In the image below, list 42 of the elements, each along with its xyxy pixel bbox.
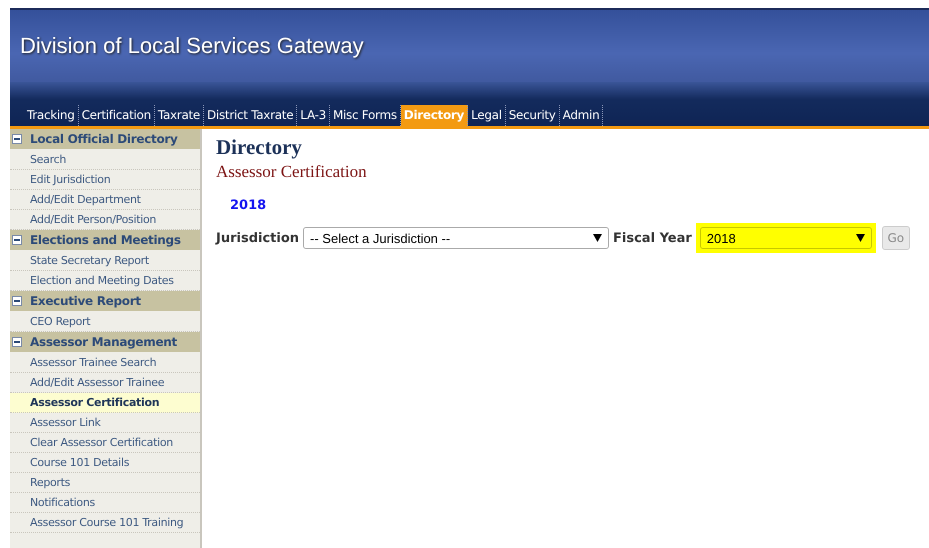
nav-tab[interactable]: Taxrate [154, 105, 204, 126]
field-label: Fiscal Year [613, 230, 692, 246]
sidebar-item[interactable]: Assessor Course 101 Training [10, 513, 200, 533]
sidebar-item[interactable]: Notifications [10, 493, 200, 513]
section-header[interactable]: Executive Report [10, 291, 200, 311]
section-header[interactable]: Assessor Management [10, 332, 200, 352]
section-header[interactable]: Local Official Directory [10, 129, 200, 149]
sidebar-item[interactable]: Assessor Trainee Search [10, 353, 200, 373]
nav-tab[interactable]: District Taxrate [204, 105, 298, 126]
sidebar-item[interactable]: Search [10, 150, 200, 170]
collapse-icon[interactable] [12, 337, 22, 347]
year-link[interactable]: 2018 [230, 198, 266, 213]
sidebar-item[interactable]: Edit Jurisdiction [10, 170, 200, 190]
nav-tab[interactable]: Certification [78, 105, 155, 126]
sidebar-item[interactable]: Course 101 Details [10, 453, 200, 473]
page-heading: Directory [216, 135, 303, 160]
sidebar-item[interactable]: Add/Edit Department [10, 190, 200, 210]
sidebar-item[interactable]: Assessor Certification [10, 393, 200, 413]
section-title: Executive Report [30, 294, 141, 308]
sidebar-item[interactable]: Assessor Link [10, 413, 200, 433]
page-subheading: Assessor Certification [216, 162, 368, 182]
nav-tab[interactable]: Admin [560, 105, 604, 126]
site-title: Division of Local Services Gateway [20, 33, 364, 59]
collapse-icon[interactable] [12, 134, 22, 144]
dropdown-caret-icon[interactable] [856, 234, 865, 242]
section-title: Assessor Management [30, 335, 177, 349]
section-title: Local Official Directory [30, 132, 178, 146]
dropdown-caret-icon[interactable] [593, 234, 602, 242]
sidebar-item[interactable]: State Secretary Report [10, 251, 200, 271]
section-header[interactable]: Elections and Meetings [10, 230, 200, 250]
field-label: Jurisdiction [216, 230, 300, 246]
nav-tab[interactable]: Legal [468, 105, 506, 126]
section-title: Elections and Meetings [30, 233, 181, 247]
sidebar-item[interactable]: Clear Assessor Certification [10, 433, 200, 453]
sidebar-item[interactable]: Reports [10, 473, 200, 493]
nav-tab[interactable]: LA-3 [297, 105, 330, 126]
fiscal-year-select[interactable]: 2018 [700, 227, 872, 249]
jurisdiction-select[interactable]: -- Select a Jurisdiction -- [303, 227, 610, 249]
collapse-icon[interactable] [12, 296, 22, 306]
nav-tab[interactable]: Security [506, 105, 560, 126]
collapse-icon[interactable] [12, 235, 22, 245]
nav-tab[interactable]: Tracking [24, 105, 79, 126]
